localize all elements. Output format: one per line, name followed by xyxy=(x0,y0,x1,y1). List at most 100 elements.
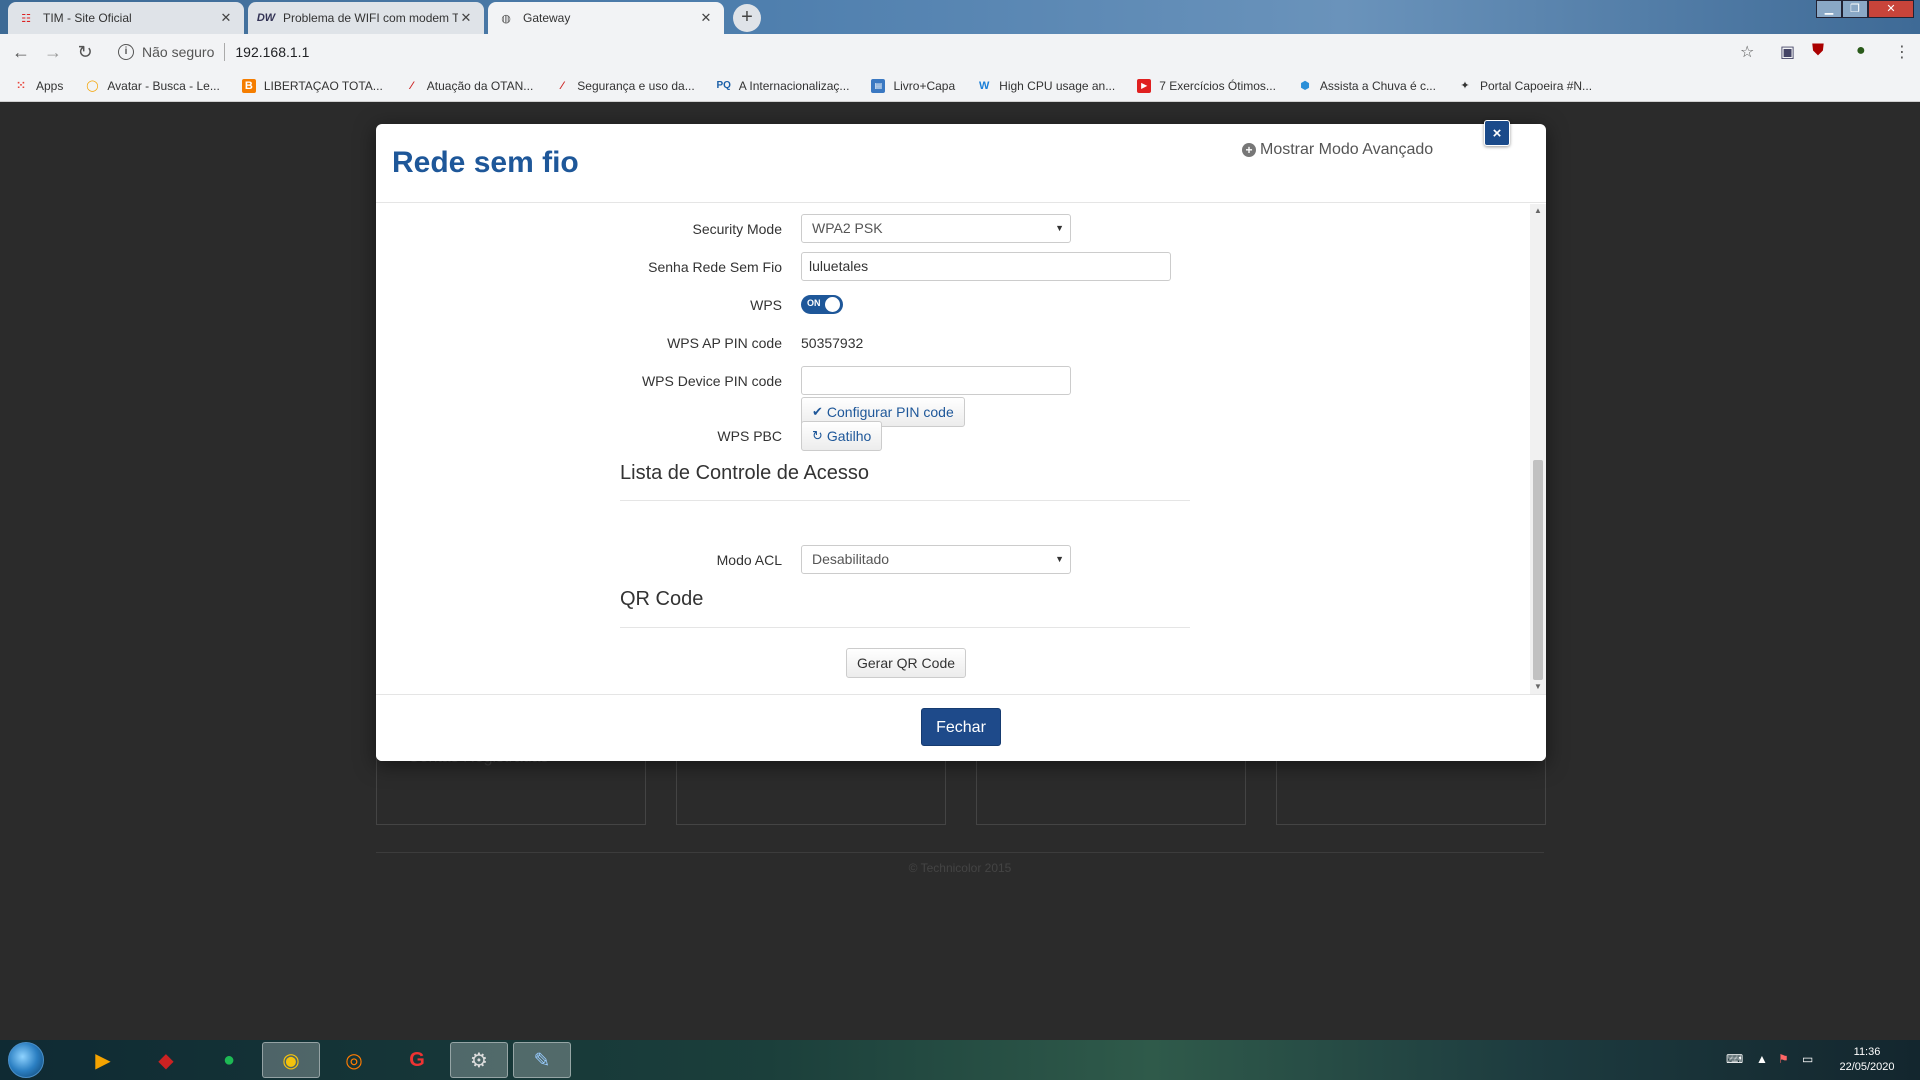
configure-pin-label: Configurar PIN code xyxy=(826,404,954,420)
new-tab-button[interactable]: + xyxy=(733,4,761,32)
generate-qr-label: Gerar QR Code xyxy=(856,655,956,671)
system-clock[interactable]: 11:36 22/05/2020 xyxy=(1832,1045,1902,1075)
tab-problema-wifi[interactable]: DW Problema de WIFI com modem T ✕ xyxy=(248,2,484,34)
back-icon[interactable]: ← xyxy=(10,41,32,63)
menu-kebab-icon[interactable]: ⋮ xyxy=(1894,42,1910,62)
security-mode-select[interactable]: WPA2 PSK ▼ xyxy=(801,214,1071,243)
modal-body: Security Mode WPA2 PSK ▼ Senha Rede Sem … xyxy=(376,204,1546,694)
youtube-icon: ▶ xyxy=(1137,78,1152,93)
scroll-down-icon[interactable]: ▼ xyxy=(1533,682,1543,691)
trigger-button[interactable]: ↻ Gatilho xyxy=(801,421,883,451)
qr-section-title: QR Code xyxy=(620,588,704,610)
security-mode-label: Security Mode xyxy=(692,221,782,237)
generate-qr-button[interactable]: Gerar QR Code xyxy=(846,648,966,678)
minimize-button[interactable]: ▁ xyxy=(1816,0,1842,18)
bookmark-label: Segurança e uso da... xyxy=(577,78,695,93)
tab-tim[interactable]: ☷ TIM - Site Oficial ✕ xyxy=(8,2,244,34)
start-button[interactable] xyxy=(8,1042,44,1078)
firefox-icon[interactable]: ◎ xyxy=(325,1042,383,1078)
advanced-link-label: Mostrar Modo Avançado xyxy=(1260,141,1434,158)
spotify-icon[interactable]: ● xyxy=(200,1042,258,1078)
chevron-down-icon: ▼ xyxy=(1055,554,1064,564)
tab-title: TIM - Site Oficial xyxy=(43,11,132,25)
wps-toggle[interactable]: ON xyxy=(801,295,843,314)
figure-icon: ✦ xyxy=(1460,80,1470,92)
acl-section-title: Lista de Controle de Acesso xyxy=(620,462,870,484)
g-icon[interactable]: G xyxy=(388,1042,446,1078)
extension-icon[interactable]: ▣ xyxy=(1780,42,1795,62)
reload-icon[interactable]: ↻ xyxy=(74,41,96,63)
tab-title: Problema de WIFI com modem T xyxy=(283,11,458,25)
show-advanced-link[interactable]: + Mostrar Modo Avançado xyxy=(1242,141,1433,159)
bookmark-seguranca[interactable]: ⁄ Segurança e uso da... xyxy=(555,79,694,93)
acl-mode-value: Desabilitado xyxy=(812,551,890,567)
modal-close-button[interactable]: × xyxy=(1484,120,1510,146)
security-mode-value: WPA2 PSK xyxy=(812,220,883,236)
acl-mode-select[interactable]: Desabilitado ▼ xyxy=(801,545,1071,574)
avatar-icon: ◯ xyxy=(86,80,99,92)
trigger-label: Gatilho xyxy=(826,428,872,444)
wps-device-pin-label: WPS Device PIN code xyxy=(641,373,782,389)
bookmark-apps[interactable]: ⁙ Apps xyxy=(14,79,63,93)
bookmark-exercicios[interactable]: ▶ 7 Exercícios Ótimos... xyxy=(1137,78,1276,93)
chrome-icon[interactable]: ◉ xyxy=(262,1042,320,1078)
w-icon: W xyxy=(978,79,990,92)
close-modal-button[interactable]: Fechar xyxy=(921,708,1001,746)
keyboard-icon[interactable]: ⌨ xyxy=(1726,1052,1743,1066)
forward-icon[interactable]: → xyxy=(42,41,64,63)
bookmark-livro-capa[interactable]: ▤ Livro+Capa xyxy=(871,78,955,93)
url-text[interactable]: 192.168.1.1 xyxy=(235,44,309,60)
wps-device-pin-input[interactable] xyxy=(801,366,1071,395)
flag-icon[interactable]: ⚑ xyxy=(1778,1052,1789,1066)
tab-close-icon[interactable]: ✕ xyxy=(218,10,234,26)
address-separator xyxy=(224,43,226,61)
bookmark-high-cpu[interactable]: W High CPU usage an... xyxy=(977,79,1115,93)
scrollbar-thumb[interactable] xyxy=(1533,460,1543,680)
dota-icon[interactable]: ◆ xyxy=(137,1042,195,1078)
modal-header: Rede sem fio + Mostrar Modo Avançado × xyxy=(376,120,1546,203)
bg-card xyxy=(376,757,646,825)
ublock-icon[interactable]: ⛊ xyxy=(1812,42,1824,60)
qr-section-divider xyxy=(620,627,1190,628)
tab-close-icon[interactable]: ✕ xyxy=(698,10,714,26)
bookmark-otan[interactable]: ⁄ Atuação da OTAN... xyxy=(405,78,534,93)
bookmark-label: LIBERTAÇAO TOTA... xyxy=(263,78,383,93)
bookmark-libertacao[interactable]: B LIBERTAÇAO TOTA... xyxy=(241,78,383,93)
security-label: Não seguro xyxy=(142,44,215,60)
modal-scrollbar[interactable]: ▲ ▼ xyxy=(1530,204,1546,694)
bg-card xyxy=(976,757,1246,825)
toggle-knob xyxy=(825,297,840,312)
scroll-up-icon[interactable]: ▲ xyxy=(1533,206,1543,215)
bookmark-avatar[interactable]: ◯ Avatar - Busca - Le... xyxy=(85,79,220,93)
media-player-icon[interactable]: ▶ xyxy=(74,1042,132,1078)
clock-time: 11:36 xyxy=(1853,1046,1881,1058)
window-close-button[interactable]: ✕ xyxy=(1868,0,1914,18)
globe-icon: ◍ xyxy=(501,12,511,25)
bookmark-chuva[interactable]: ⬢ Assista a Chuva é c... xyxy=(1298,79,1436,93)
chevron-down-icon: ▼ xyxy=(1055,223,1064,233)
bookmark-internacionalizacao[interactable]: PQ A Internacionalizaç... xyxy=(716,79,849,93)
tab-close-icon[interactable]: ✕ xyxy=(458,10,474,26)
tab-gateway[interactable]: ◍ Gateway ✕ xyxy=(488,2,724,34)
profile-avatar-icon[interactable]: ● xyxy=(1856,42,1866,60)
password-input[interactable]: luluetales xyxy=(801,252,1171,281)
browser-tab-strip: ☷ TIM - Site Oficial ✕ DW Problema de WI… xyxy=(0,0,1920,34)
bookmarks-bar: ⁙ Apps ◯ Avatar - Busca - Le... B LIBERT… xyxy=(0,70,1920,102)
wps-pbc-label: WPS PBC xyxy=(717,428,782,444)
bookmark-capoeira[interactable]: ✦ Portal Capoeira #N... xyxy=(1458,79,1592,93)
link-icon: ⁄ xyxy=(561,79,564,92)
tray-arrow-icon[interactable]: ▲ xyxy=(1756,1052,1768,1066)
browser-toolbar: ← → ↻ i Não seguro 192.168.1.1 ☆ ▣ ⛊ ● ⋮ xyxy=(0,34,1920,70)
blogger-icon: B xyxy=(241,78,256,93)
clock-date: 22/05/2020 xyxy=(1839,1061,1895,1073)
bookmark-star-icon[interactable]: ☆ xyxy=(1740,42,1754,62)
network-icon[interactable]: ▭ xyxy=(1802,1052,1813,1066)
bookmark-label: Atuação da OTAN... xyxy=(426,78,534,93)
steam-icon[interactable]: ⚙ xyxy=(450,1042,508,1078)
maximize-button[interactable]: ❐ xyxy=(1842,0,1868,18)
bookmark-label: Apps xyxy=(36,78,64,93)
pq-icon: PQ xyxy=(716,80,731,91)
paint-icon[interactable]: ✎ xyxy=(513,1042,571,1078)
info-icon[interactable]: i xyxy=(118,44,134,60)
address-bar[interactable]: i Não seguro 192.168.1.1 xyxy=(110,38,1770,66)
